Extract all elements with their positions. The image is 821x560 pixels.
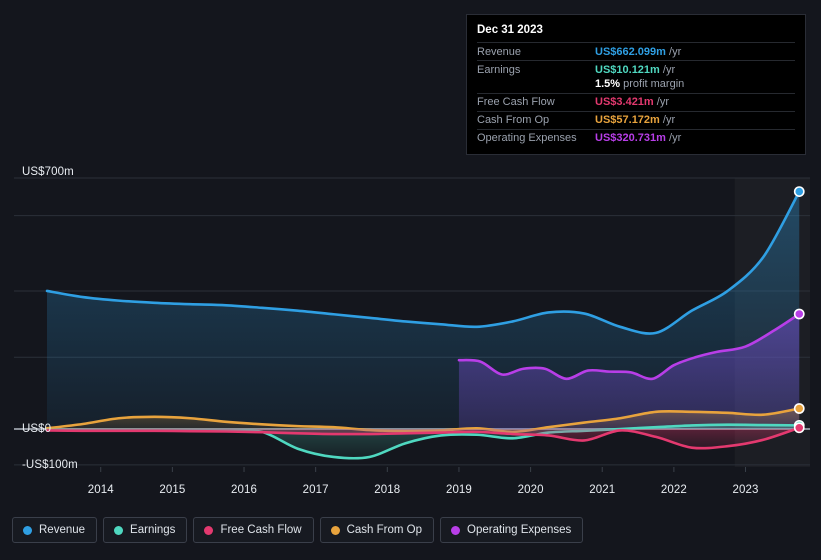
x-axis-label: 2015 bbox=[159, 484, 186, 496]
end-marker-free-cash-flow[interactable] bbox=[793, 422, 805, 434]
tooltip-row: Revenue US$662.099m /yr bbox=[477, 42, 795, 61]
y-axis-label: US$0 bbox=[22, 423, 52, 435]
end-marker-cash-from-op[interactable] bbox=[793, 403, 805, 414]
legend-color-dot-icon bbox=[451, 525, 461, 535]
legend-item-label: Earnings bbox=[130, 524, 176, 536]
legend-item-label: Revenue bbox=[39, 524, 86, 536]
y-axis-label: -US$100m bbox=[22, 459, 78, 471]
tooltip-row: Free Cash Flow US$3.421m /yr bbox=[477, 93, 795, 111]
end-marker-revenue[interactable] bbox=[793, 186, 805, 197]
x-axis-label: 2021 bbox=[589, 484, 616, 496]
legend-item-revenue[interactable]: Revenue bbox=[12, 517, 98, 543]
x-axis-label: 2019 bbox=[445, 484, 472, 496]
legend-color-dot-icon bbox=[23, 525, 32, 535]
x-axis-label: 2014 bbox=[87, 484, 114, 496]
financial-performance-chart: -US$100m US$0 US$700m 2014 2015 2016 2017 2018… bbox=[0, 0, 821, 560]
end-marker-operating-expenses[interactable] bbox=[793, 308, 805, 320]
legend-item-earnings[interactable]: Earnings bbox=[103, 517, 188, 543]
legend-item-label: Cash From Op bbox=[346, 524, 423, 536]
tooltip-row: Cash From Op US$57.172m /yr bbox=[477, 111, 795, 129]
legend-item-label: Free Cash Flow bbox=[220, 524, 302, 536]
legend-color-dot-icon bbox=[330, 525, 340, 535]
tooltip-date: Dec 31 2023 bbox=[477, 24, 543, 36]
x-axis-label: 2018 bbox=[374, 484, 401, 496]
legend-item-cash-from-op[interactable]: Cash From Op bbox=[319, 517, 435, 543]
tooltip-row-value: US$662.099m /yr bbox=[595, 45, 682, 58]
x-axis-label: 2020 bbox=[517, 484, 544, 496]
legend-color-dot-icon bbox=[204, 525, 214, 535]
x-axis-label: 2023 bbox=[732, 484, 759, 496]
tooltip-row-label: Free Cash Flow bbox=[477, 96, 555, 108]
legend-item-operating-expenses[interactable]: Operating Expenses bbox=[440, 517, 584, 543]
tooltip-row-value: US$57.172m /yr bbox=[595, 114, 676, 126]
tooltip-row-label: Operating Expenses bbox=[477, 132, 577, 144]
tooltip-row-label: Earnings bbox=[477, 63, 521, 76]
tooltip-row-value: US$10.121m /yr bbox=[595, 63, 676, 76]
tooltip-profit-margin-spacer bbox=[477, 78, 595, 93]
tooltip-row-value: US$3.421m /yr bbox=[595, 96, 669, 108]
x-axis-label: 2022 bbox=[660, 484, 687, 496]
tooltip-row: Operating Expenses US$320.731m /yr bbox=[477, 129, 795, 147]
y-axis-label: US$700m bbox=[22, 166, 74, 178]
chart-legend: Revenue Earnings Free Cash Flow Cash From O… bbox=[12, 517, 584, 543]
tooltip-profit-margin-value: 1.5% profit margin bbox=[595, 78, 685, 90]
tooltip-profit-margin-row: 1.5% profit margin bbox=[477, 78, 795, 93]
tooltip-row-value: US$320.731m /yr bbox=[595, 132, 682, 144]
x-axis-label: 2017 bbox=[302, 484, 329, 496]
tooltip-row-label: Cash From Op bbox=[477, 114, 550, 126]
tooltip-row-label: Revenue bbox=[477, 45, 522, 58]
legend-item-label: Operating Expenses bbox=[467, 524, 572, 536]
data-tooltip: Dec 31 2023 Revenue US$662.099m /yr Earnin… bbox=[466, 14, 806, 155]
x-axis-label: 2016 bbox=[231, 484, 258, 496]
tooltip-table: Revenue US$662.099m /yr Earnings US$10.121m… bbox=[477, 42, 795, 147]
legend-color-dot-icon bbox=[114, 525, 124, 535]
tooltip-row: Earnings US$10.121m /yr bbox=[477, 60, 795, 79]
legend-item-free-cash-flow[interactable]: Free Cash Flow bbox=[193, 517, 314, 543]
